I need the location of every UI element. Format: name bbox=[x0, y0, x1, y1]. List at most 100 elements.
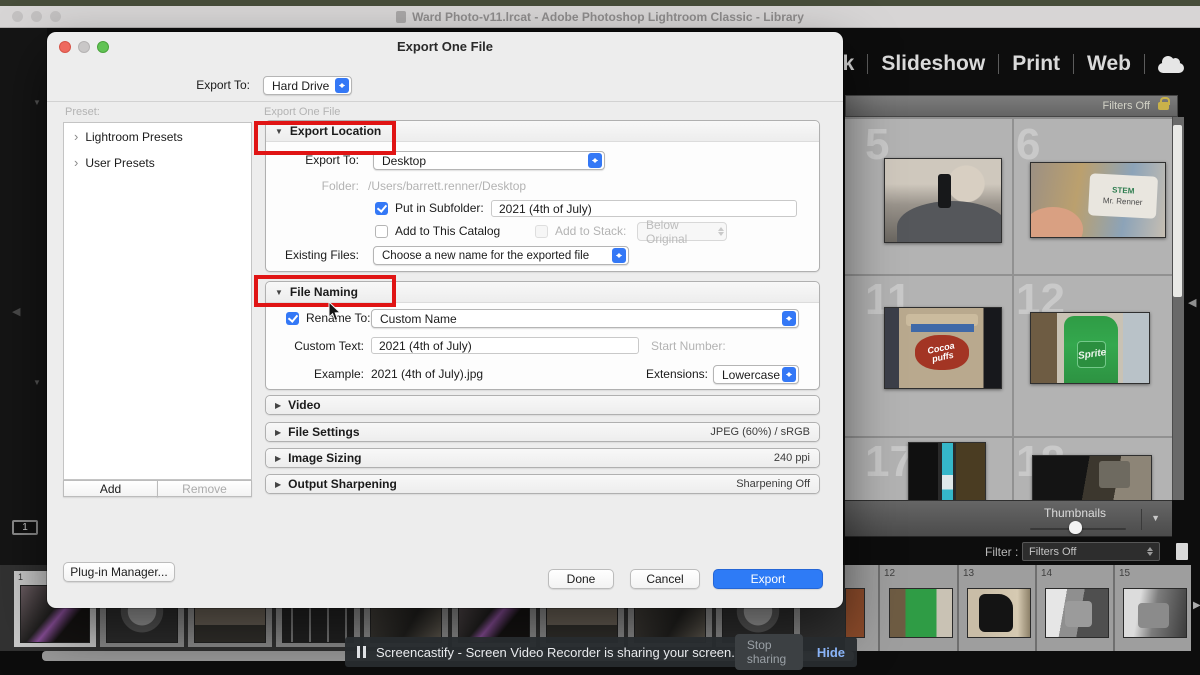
filter-lock-icon[interactable] bbox=[1158, 102, 1169, 110]
dropdown-stepper-icon bbox=[612, 248, 626, 263]
export-button[interactable]: Export bbox=[713, 569, 823, 589]
preset-label: Preset: bbox=[65, 106, 100, 118]
photo-thumbnail[interactable] bbox=[884, 158, 1002, 243]
done-button[interactable]: Done bbox=[548, 569, 614, 589]
grid-toolbar: Thumbnails ▼ bbox=[845, 500, 1172, 537]
divider bbox=[998, 54, 999, 74]
existing-files-dropdown[interactable]: Choose a new name for the exported file bbox=[373, 246, 629, 265]
window-minimize-button[interactable] bbox=[31, 11, 42, 22]
filmstrip-scroll-right-icon[interactable]: ▶ bbox=[1193, 600, 1200, 611]
add-to-catalog-checkbox[interactable] bbox=[375, 225, 388, 238]
left-panel: ▼ ▼ ◀ 1 bbox=[0, 28, 47, 650]
photo-shape bbox=[1099, 461, 1130, 488]
disclosure-closed-icon[interactable]: ▶ bbox=[275, 480, 281, 489]
photo-thumbnail[interactable]: Cocoa puffs bbox=[884, 307, 1002, 389]
stack-position-dropdown[interactable]: Below Original bbox=[637, 222, 727, 241]
photo-thumbnail[interactable] bbox=[908, 442, 986, 502]
existing-files-label: Existing Files: bbox=[285, 248, 359, 262]
photo-grid: 5 6 11 12 17 18 STEM Mr. Renner Cocoa pu… bbox=[845, 117, 1172, 500]
grid-view-badge[interactable]: 1 bbox=[12, 520, 38, 535]
filter-dropdown[interactable]: Filters Off bbox=[1022, 542, 1160, 561]
photo-thumbnail[interactable] bbox=[1032, 455, 1152, 502]
file-naming-title: File Naming bbox=[290, 285, 358, 299]
disclosure-closed-icon[interactable]: ▶ bbox=[275, 428, 281, 437]
cloud-sync-icon[interactable] bbox=[1158, 63, 1184, 73]
stop-sharing-button[interactable]: Stop sharing bbox=[735, 634, 803, 670]
add-to-stack-checkbox[interactable] bbox=[535, 225, 548, 238]
location-export-to-dropdown[interactable]: Desktop bbox=[373, 151, 605, 170]
photo-thumbnail[interactable]: Sprite bbox=[1030, 312, 1150, 384]
hide-notification-button[interactable]: Hide bbox=[817, 645, 845, 660]
panel-disclosure-icon[interactable]: ▼ bbox=[33, 378, 41, 387]
custom-text-label: Custom Text: bbox=[294, 339, 364, 353]
divider bbox=[1144, 54, 1145, 74]
photo-thumbnail[interactable] bbox=[967, 588, 1031, 638]
put-in-subfolder-label: Put in Subfolder: bbox=[395, 201, 484, 215]
divider bbox=[47, 101, 843, 102]
add-to-stack-label: Add to Stack: bbox=[555, 224, 626, 238]
module-slideshow[interactable]: Slideshow bbox=[881, 52, 985, 76]
subfolder-name-input[interactable]: 2021 (4th of July) bbox=[491, 200, 797, 217]
module-print[interactable]: Print bbox=[1012, 52, 1060, 76]
filter-dropdown-value: Filters Off bbox=[1029, 546, 1076, 558]
add-preset-button[interactable]: Add bbox=[63, 480, 158, 497]
export-location-header[interactable]: ▼ Export Location bbox=[266, 121, 819, 142]
file-settings-summary: JPEG (60%) / sRGB bbox=[710, 426, 810, 438]
start-number-label: Start Number: bbox=[651, 339, 726, 353]
output-sharpening-summary: Sharpening Off bbox=[736, 478, 810, 490]
card-brand-text: STEM bbox=[1112, 185, 1135, 195]
thumbnails-slider-thumb[interactable] bbox=[1069, 521, 1082, 534]
grid-scrollbar-thumb[interactable] bbox=[1173, 125, 1182, 297]
filter-label: Filter : bbox=[985, 545, 1018, 559]
disclosure-closed-icon[interactable]: ▶ bbox=[275, 401, 281, 410]
bottle-label-text: Sprite bbox=[1077, 347, 1107, 362]
export-to-value: Hard Drive bbox=[272, 79, 329, 93]
card-name-text: Mr. Renner bbox=[1103, 196, 1143, 207]
disclosure-open-icon[interactable]: ▼ bbox=[275, 127, 283, 136]
photo-thumbnail[interactable] bbox=[1123, 588, 1187, 638]
divider bbox=[1141, 509, 1142, 530]
image-sizing-section[interactable]: ▶ Image Sizing 240 ppi bbox=[265, 448, 820, 468]
photo-shape: Sprite bbox=[1064, 316, 1118, 384]
file-settings-title: File Settings bbox=[288, 425, 359, 439]
panel-disclosure-icon[interactable]: ▼ bbox=[33, 98, 41, 107]
preset-item-lightroom-presets[interactable]: › Lightroom Presets bbox=[64, 123, 251, 149]
photo-thumbnail[interactable] bbox=[845, 588, 865, 638]
module-web[interactable]: Web bbox=[1087, 52, 1131, 76]
remove-preset-button[interactable]: Remove bbox=[157, 480, 252, 497]
video-section[interactable]: ▶ Video bbox=[265, 395, 820, 415]
file-naming-header[interactable]: ▼ File Naming bbox=[266, 282, 819, 303]
window-close-button[interactable] bbox=[12, 11, 23, 22]
extensions-dropdown[interactable]: Lowercase bbox=[713, 365, 799, 384]
folder-path: /Users/barrett.renner/Desktop bbox=[368, 179, 526, 193]
rename-to-checkbox[interactable] bbox=[286, 312, 299, 325]
file-naming-panel: ▼ File Naming Rename To: Custom Name Cus… bbox=[265, 281, 820, 390]
existing-files-value: Choose a new name for the exported file bbox=[382, 250, 589, 262]
photo-thumbnail[interactable] bbox=[889, 588, 953, 638]
dropdown-stepper-icon bbox=[335, 78, 349, 93]
photo-thumbnail[interactable]: STEM Mr. Renner bbox=[1030, 162, 1166, 238]
plugin-manager-button[interactable]: Plug-in Manager... bbox=[63, 562, 175, 582]
chevron-right-icon[interactable]: › bbox=[74, 132, 78, 142]
export-to-dropdown[interactable]: Hard Drive bbox=[263, 76, 352, 95]
window-zoom-button[interactable] bbox=[50, 11, 61, 22]
disclosure-open-icon[interactable]: ▼ bbox=[275, 288, 283, 297]
cancel-button[interactable]: Cancel bbox=[630, 569, 700, 589]
put-in-subfolder-checkbox[interactable] bbox=[375, 202, 388, 215]
collapse-left-panel-icon[interactable]: ◀ bbox=[12, 305, 20, 318]
preset-item-user-presets[interactable]: › User Presets bbox=[64, 149, 251, 175]
rename-to-dropdown[interactable]: Custom Name bbox=[371, 309, 799, 328]
file-settings-section[interactable]: ▶ File Settings JPEG (60%) / sRGB bbox=[265, 422, 820, 442]
output-sharpening-section[interactable]: ▶ Output Sharpening Sharpening Off bbox=[265, 474, 820, 494]
photo-thumbnail[interactable] bbox=[1045, 588, 1109, 638]
filmstrip-toggle-button[interactable] bbox=[1176, 543, 1188, 560]
toolbar-chevron-icon[interactable]: ▼ bbox=[1151, 513, 1160, 523]
photo-shape bbox=[1138, 603, 1169, 628]
collapse-right-panel-icon[interactable]: ◀ bbox=[1188, 296, 1196, 309]
filters-status-label[interactable]: Filters Off bbox=[1103, 100, 1150, 112]
grid-filter-bar: Filters Off bbox=[845, 95, 1178, 117]
export-location-title: Export Location bbox=[290, 124, 381, 138]
disclosure-closed-icon[interactable]: ▶ bbox=[275, 454, 281, 463]
custom-text-input[interactable]: 2021 (4th of July) bbox=[371, 337, 639, 354]
chevron-right-icon[interactable]: › bbox=[74, 158, 78, 168]
